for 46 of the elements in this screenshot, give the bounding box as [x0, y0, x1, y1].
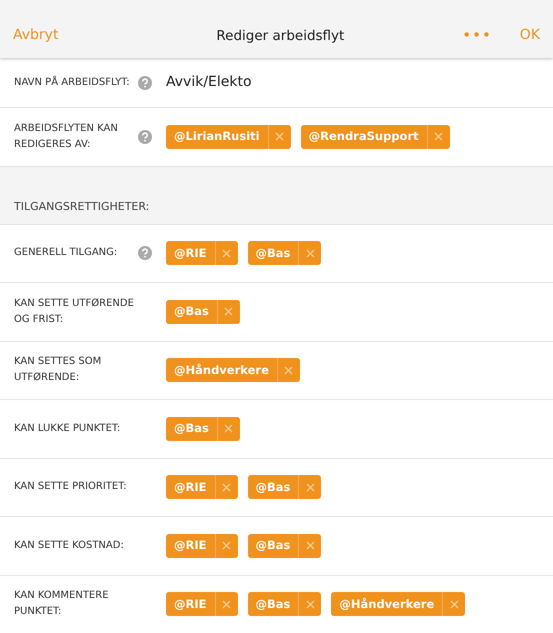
tag-label: @RIE — [173, 537, 208, 554]
field-label: KAN SETTES SOM UTFØRENDE: — [14, 355, 102, 386]
field-label: GENERELL TILGANG: — [14, 246, 118, 260]
tag-label: @Håndverkere — [338, 596, 436, 613]
remove-icon[interactable] — [222, 248, 231, 258]
remove-icon[interactable] — [222, 600, 231, 609]
remove-icon[interactable] — [224, 307, 234, 316]
ok-button[interactable]: OK — [520, 25, 540, 46]
remove-icon[interactable] — [306, 541, 315, 550]
section-heading: TILGANGSRETTIGHETER: — [14, 199, 150, 215]
tag-label: @RIE — [173, 596, 208, 613]
tag-label: @RIE — [173, 244, 208, 262]
field-label: ARBEIDSFLYTEN KAN REDIGERES AV: — [14, 122, 119, 152]
remove-icon[interactable] — [450, 600, 459, 609]
field-label: KAN SETTE KOSTNAD: — [14, 538, 125, 553]
field-label: KAN SETTE UTFØRENDE OG FRIST: — [14, 296, 135, 327]
name-value[interactable]: Avvik/Elekto — [166, 72, 252, 93]
more-button[interactable]: ••• — [462, 24, 492, 46]
window-title: Rediger arbeidsflyt — [215, 26, 346, 46]
remove-icon[interactable] — [284, 366, 294, 375]
tag-label: @Bas — [254, 596, 292, 613]
field-label: NAVN PÅ ARBEIDSFLYT: — [14, 74, 131, 90]
field-label: KAN LUKKE PUNKTET: — [14, 422, 122, 436]
help-icon[interactable] — [138, 246, 152, 260]
field-label: KAN KOMMENTERE PUNKTET: — [14, 589, 110, 620]
remove-icon[interactable] — [222, 482, 231, 492]
tag-label: @Bas — [254, 537, 292, 554]
tag-label: @Bas — [173, 303, 210, 320]
tag-label: @LirianRusiti — [173, 128, 261, 146]
help-icon[interactable] — [138, 76, 152, 90]
remove-icon[interactable] — [275, 132, 284, 142]
field-label: KAN SETTE PRIORITET: — [14, 480, 128, 494]
tag-label: @Bas — [173, 420, 210, 438]
help-icon[interactable] — [138, 130, 152, 144]
remove-icon[interactable] — [224, 424, 234, 434]
remove-icon[interactable] — [306, 600, 315, 609]
remove-icon[interactable] — [306, 482, 315, 492]
remove-icon[interactable] — [306, 248, 315, 258]
cancel-button[interactable]: Avbryt — [13, 25, 58, 46]
tag-label: @RIE — [173, 478, 208, 496]
tag-label: @RendraSupport — [308, 128, 420, 146]
tag-label: @Bas — [254, 478, 292, 496]
tag-label: @Håndverkere — [173, 362, 270, 379]
remove-icon[interactable] — [222, 541, 231, 550]
tag-label: @Bas — [254, 244, 292, 262]
remove-icon[interactable] — [434, 132, 444, 142]
